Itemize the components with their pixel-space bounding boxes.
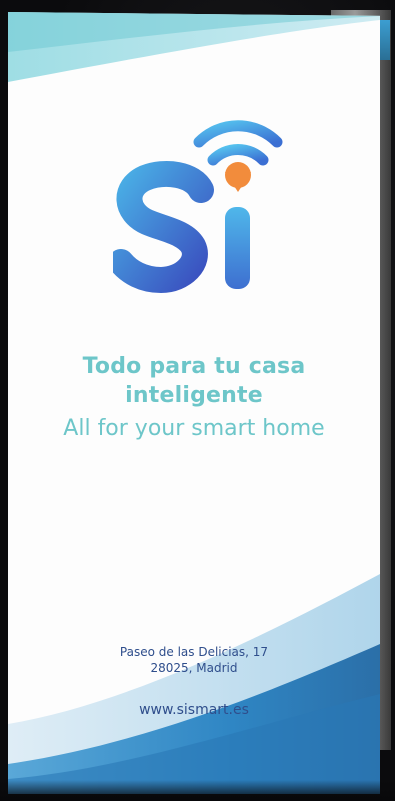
address-city: 28025, Madrid xyxy=(150,661,238,675)
brochure-front-panel: Todo para tu casa inteligente All for yo… xyxy=(8,12,380,794)
floor-shadow xyxy=(0,780,395,801)
si-wifi-logo-icon xyxy=(113,120,283,294)
address-street: Paseo de las Delicias, 17 xyxy=(119,645,269,659)
bottom-wave-decoration xyxy=(8,574,380,794)
tagline-spanish-line2: inteligente xyxy=(125,383,263,408)
brochure-scene: Todo para tu casa inteligente All for yo… xyxy=(0,0,395,801)
website-link[interactable]: www.sismart.es xyxy=(8,702,380,718)
tagline-english: All for your smart home xyxy=(63,416,325,441)
top-wave-decoration xyxy=(8,12,380,82)
tagline-spanish: Todo para tu casa inteligente xyxy=(8,352,380,410)
address-block: Paseo de las Delicias, 17 28025, Madrid xyxy=(8,644,380,676)
tagline-spanish-line1: Todo para tu casa xyxy=(82,354,306,379)
